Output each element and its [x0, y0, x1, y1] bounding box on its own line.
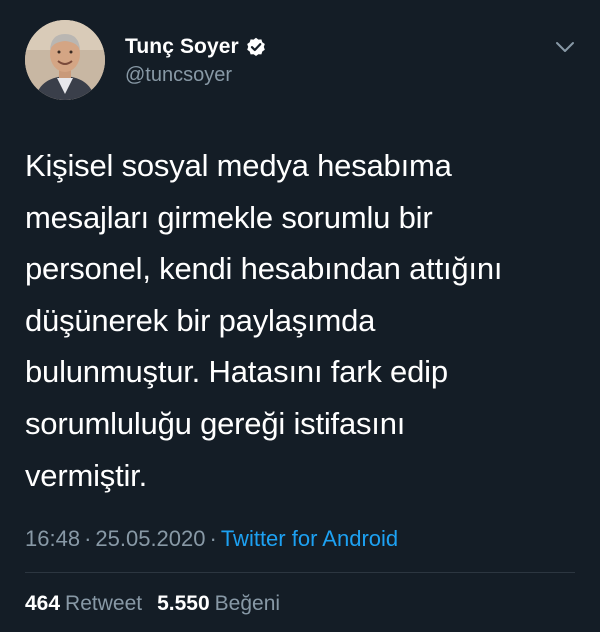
likes-count: 5.550	[157, 592, 210, 615]
tweet-source-link[interactable]: Twitter for Android	[221, 526, 398, 551]
chevron-down-icon[interactable]	[554, 36, 576, 58]
retweets-label: Retweet	[65, 592, 143, 615]
meta-separator: ·	[209, 526, 217, 551]
author-names: Tunç Soyer @tuncsoyer	[125, 32, 266, 87]
avatar[interactable]	[25, 20, 105, 100]
author-handle[interactable]: @tuncsoyer	[125, 64, 266, 87]
tweet-date[interactable]: 25.05.2020	[95, 526, 205, 551]
tweet-card: Tunç Soyer @tuncsoyer Kişisel sosyal med…	[0, 0, 600, 632]
retweets-count: 464	[25, 592, 61, 615]
tweet-time[interactable]: 16:48	[25, 526, 80, 551]
profile-photo-icon	[25, 20, 105, 100]
tweet-text: Kişisel sosyal medya hesabıma mesajları …	[25, 148, 503, 493]
tweet-header: Tunç Soyer @tuncsoyer	[25, 20, 580, 102]
likes-label: Beğeni	[214, 592, 281, 615]
tweet-stats: 464 Retweet 5.550 Beğeni	[25, 592, 280, 616]
divider	[25, 572, 575, 573]
retweets-stat[interactable]: 464 Retweet	[25, 592, 142, 615]
likes-stat[interactable]: 5.550 Beğeni	[157, 592, 280, 615]
display-name[interactable]: Tunç Soyer	[125, 35, 239, 59]
verified-badge-icon	[246, 37, 266, 57]
tweet-meta: 16:48 · 25.05.2020 · Twitter for Android	[25, 526, 398, 552]
meta-separator: ·	[84, 526, 92, 551]
display-name-row: Tunç Soyer	[125, 32, 266, 62]
